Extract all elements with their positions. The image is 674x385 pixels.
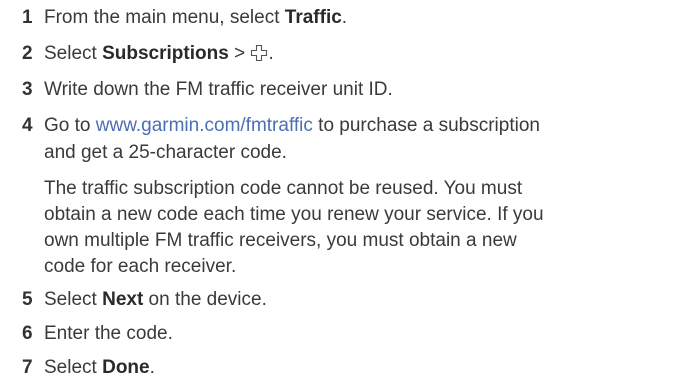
note-line: code for each receiver. bbox=[44, 256, 237, 277]
step-text-after: to purchase a subscription bbox=[312, 115, 540, 136]
step-number: 1 bbox=[22, 7, 33, 28]
button-label-next: Next bbox=[102, 289, 144, 310]
step-number: 3 bbox=[22, 79, 33, 100]
plus-icon bbox=[251, 44, 268, 62]
step-number: 5 bbox=[22, 289, 33, 310]
step-text-before: From the main menu, select bbox=[44, 7, 285, 28]
step-text-before: Select bbox=[44, 357, 103, 378]
step-text-line2: and get a 25-character code. bbox=[44, 142, 287, 163]
step-number: 2 bbox=[22, 43, 33, 64]
step-number: 4 bbox=[22, 115, 33, 136]
menu-item-subscriptions: Subscriptions bbox=[102, 43, 229, 64]
note-line: own multiple FM traffic receivers, you m… bbox=[44, 230, 517, 251]
instruction-steps: 1 From the main menu, select Traffic. 2 … bbox=[0, 0, 674, 385]
step-text-before: Select bbox=[44, 43, 103, 64]
step-text: Write down the FM traffic receiver unit … bbox=[44, 79, 393, 100]
step-text: Go to www.garmin.com/fmtraffic to purcha… bbox=[44, 112, 669, 166]
step-text-after: on the device. bbox=[143, 289, 267, 310]
button-label-done: Done bbox=[102, 357, 150, 378]
step-text-before: Select bbox=[44, 289, 103, 310]
menu-item-traffic: Traffic bbox=[284, 7, 342, 28]
step-text-before: Go to bbox=[44, 115, 96, 136]
step-number: 6 bbox=[22, 323, 33, 344]
step-text-after: . bbox=[149, 357, 155, 378]
step-number: 7 bbox=[22, 357, 33, 378]
garmin-fmtraffic-link[interactable]: www.garmin.com/fmtraffic bbox=[96, 115, 313, 136]
step-text-separator: > bbox=[228, 43, 251, 64]
note-line: The traffic subscription code cannot be … bbox=[44, 178, 523, 199]
step-text-after: . bbox=[341, 7, 348, 28]
step-text-end: . bbox=[268, 43, 274, 64]
step-text: Select Done. bbox=[44, 354, 669, 381]
step-text: Select Next on the device. bbox=[44, 286, 669, 313]
step-text: Enter the code. bbox=[44, 323, 173, 344]
note-line: obtain a new code each time you renew yo… bbox=[44, 204, 544, 225]
step-4-note: The traffic subscription code cannot be … bbox=[44, 176, 669, 280]
step-text: From the main menu, select Traffic. bbox=[44, 4, 669, 31]
step-text: Select Subscriptions > . bbox=[44, 40, 669, 67]
